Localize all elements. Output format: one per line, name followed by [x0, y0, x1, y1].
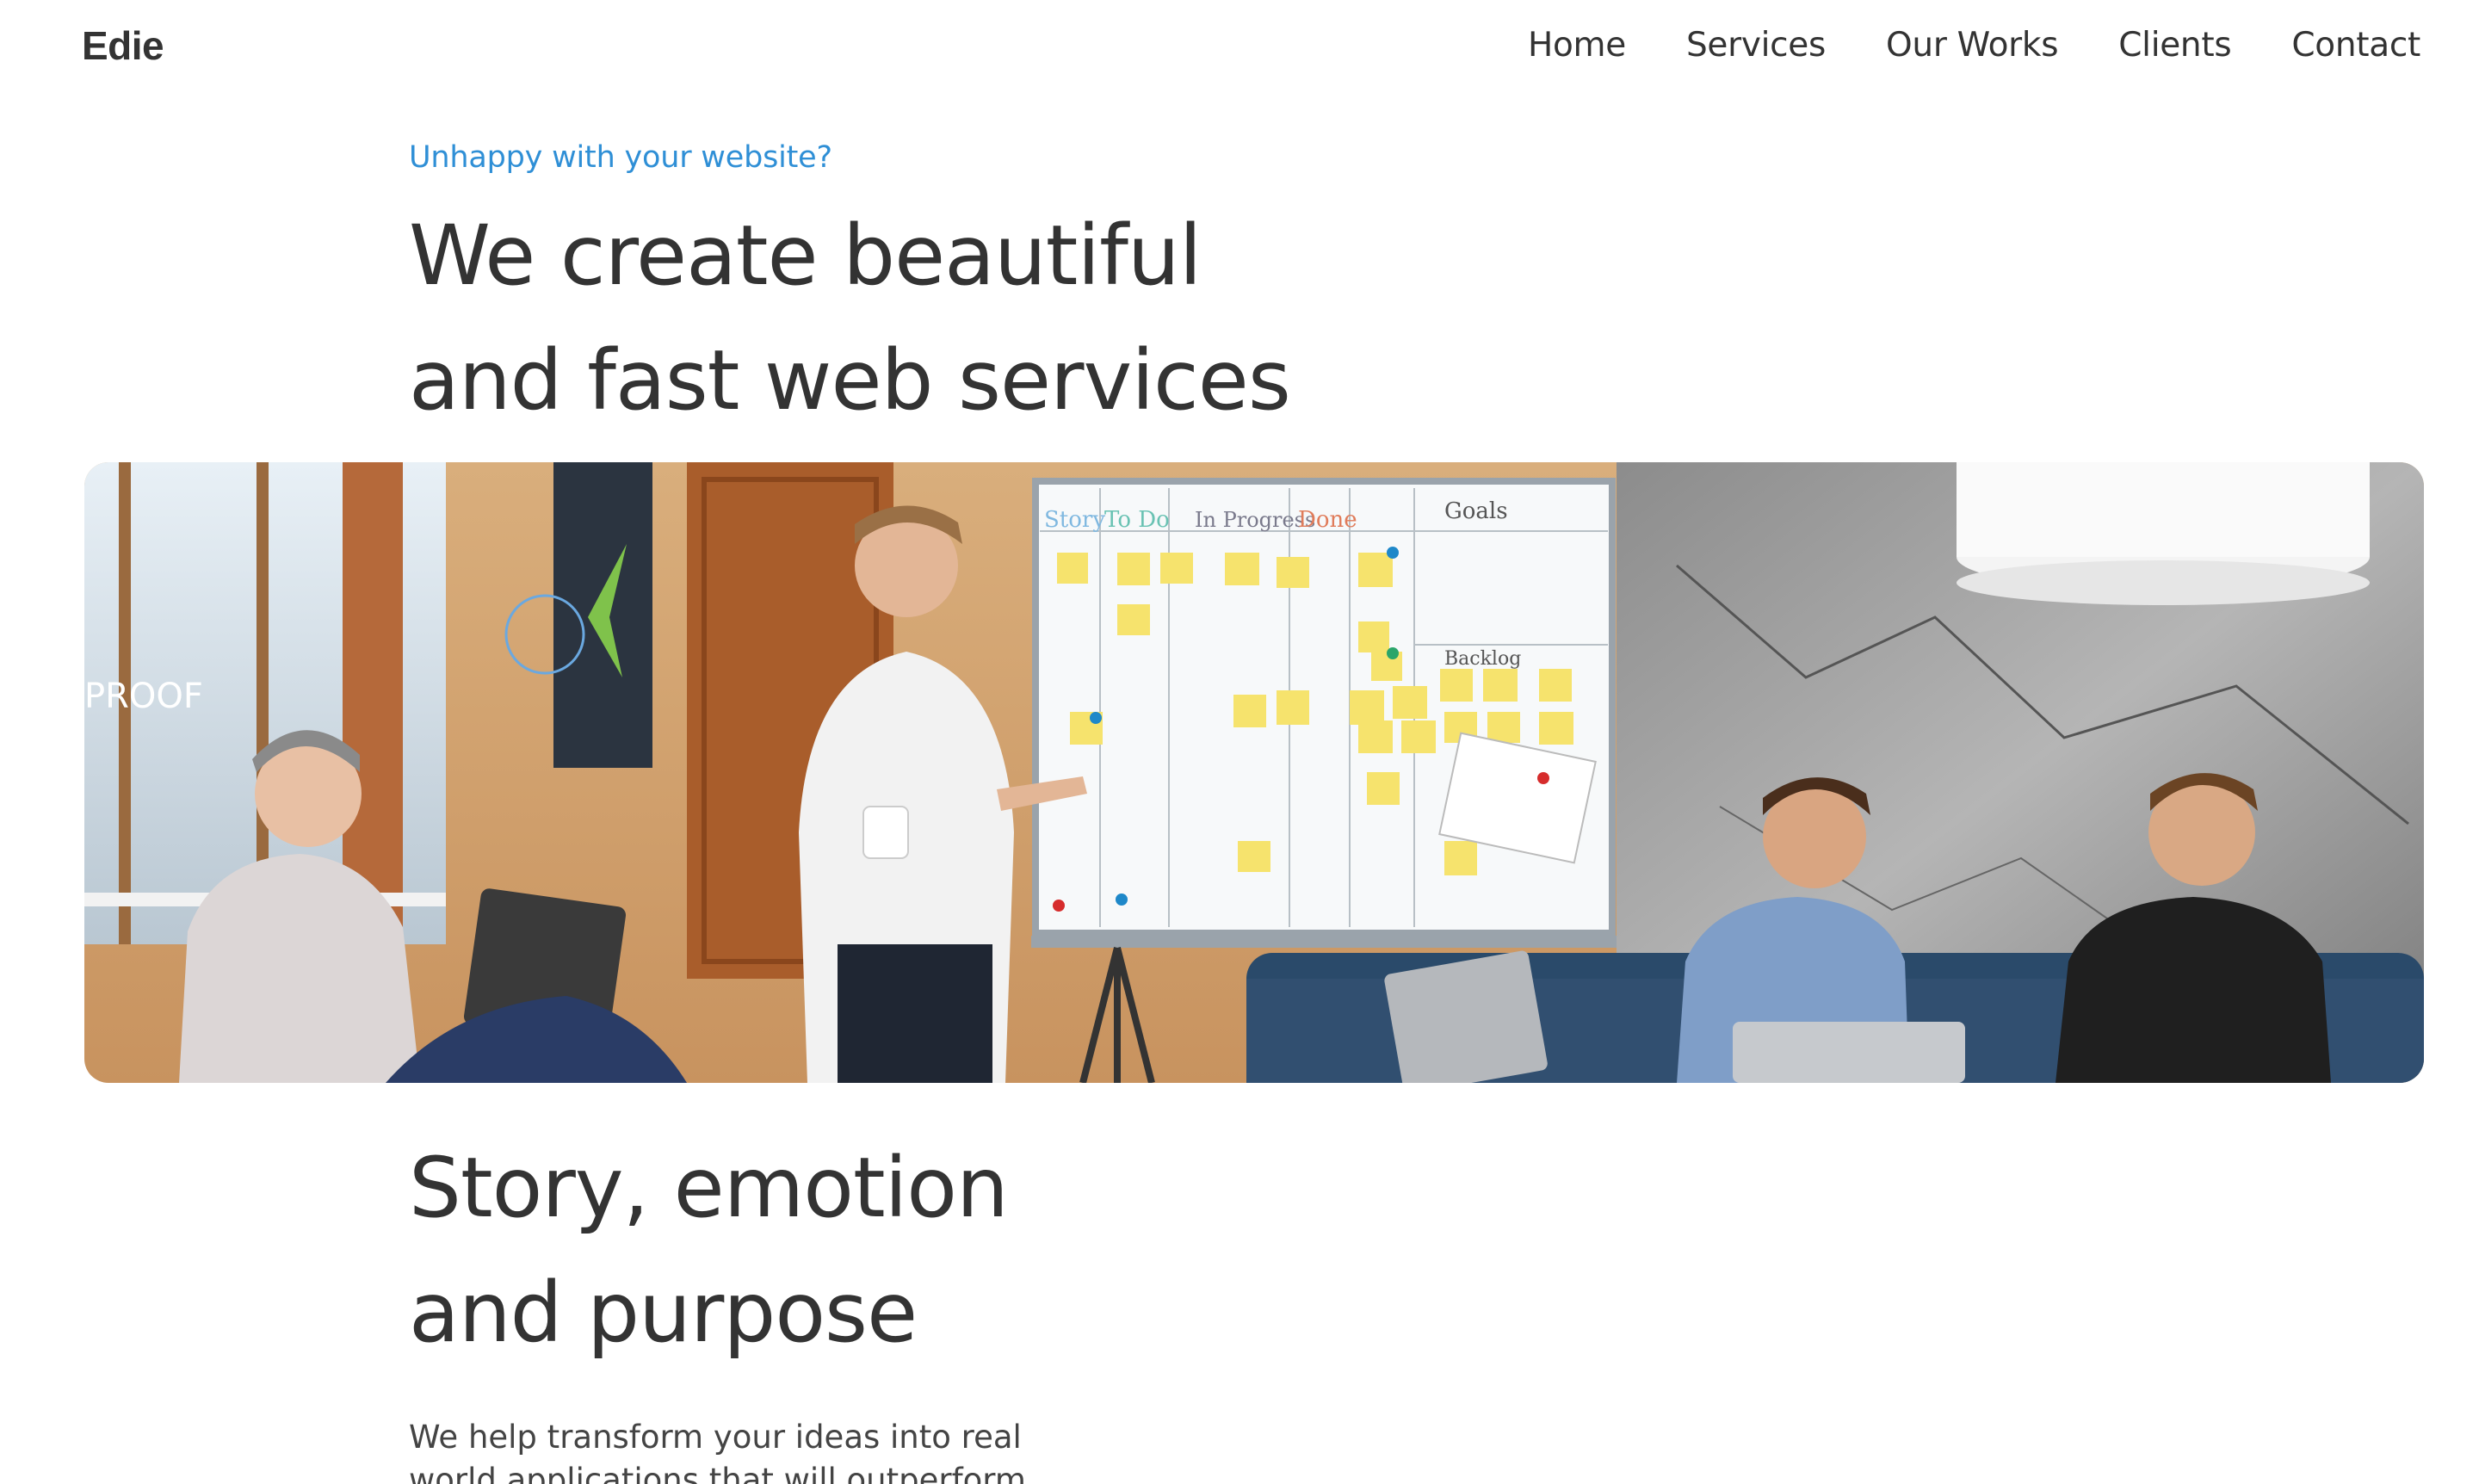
site-logo[interactable]: Edie: [82, 22, 164, 69]
section-title-line-1: Story, emotion: [409, 1140, 1009, 1236]
window-sign: PROOF: [84, 677, 203, 716]
whiteboard-backlog: Backlog: [1444, 648, 1521, 670]
hero-photo: PROOF Story To Do In Progress Done Goals…: [84, 462, 2424, 1083]
team-meeting-illustration: PROOF Story To Do In Progress Done Goals…: [84, 462, 2424, 1083]
whiteboard-column-todo: To Do: [1104, 507, 1170, 533]
hero-title-line-2: and fast web services: [409, 332, 1291, 429]
whiteboard-column-done: Done: [1298, 507, 1357, 533]
nav-clients[interactable]: Clients: [2118, 26, 2231, 65]
hero-title-line-1: We create beautiful: [409, 207, 1202, 304]
whiteboard-column-story: Story: [1044, 507, 1105, 533]
nav-our-works[interactable]: Our Works: [1886, 26, 2059, 65]
main-nav: Home Services Our Works Clients Contact: [1528, 26, 2420, 65]
whiteboard-column-goals: Goals: [1444, 498, 1508, 524]
nav-contact[interactable]: Contact: [2291, 26, 2420, 65]
section-title-line-2: and purpose: [409, 1264, 918, 1361]
nav-home[interactable]: Home: [1528, 26, 1626, 65]
section-body: We help transform your ideas into real w…: [409, 1419, 1026, 1484]
site-header: Edie Home Services Our Works Clients Con…: [0, 0, 2479, 95]
section-title: Story, emotion and purpose: [409, 1126, 1614, 1376]
nav-services[interactable]: Services: [1686, 26, 1826, 65]
hero-title: We create beautiful and fast web service…: [409, 194, 1614, 443]
hero-kicker: Unhappy with your website?: [409, 140, 832, 175]
